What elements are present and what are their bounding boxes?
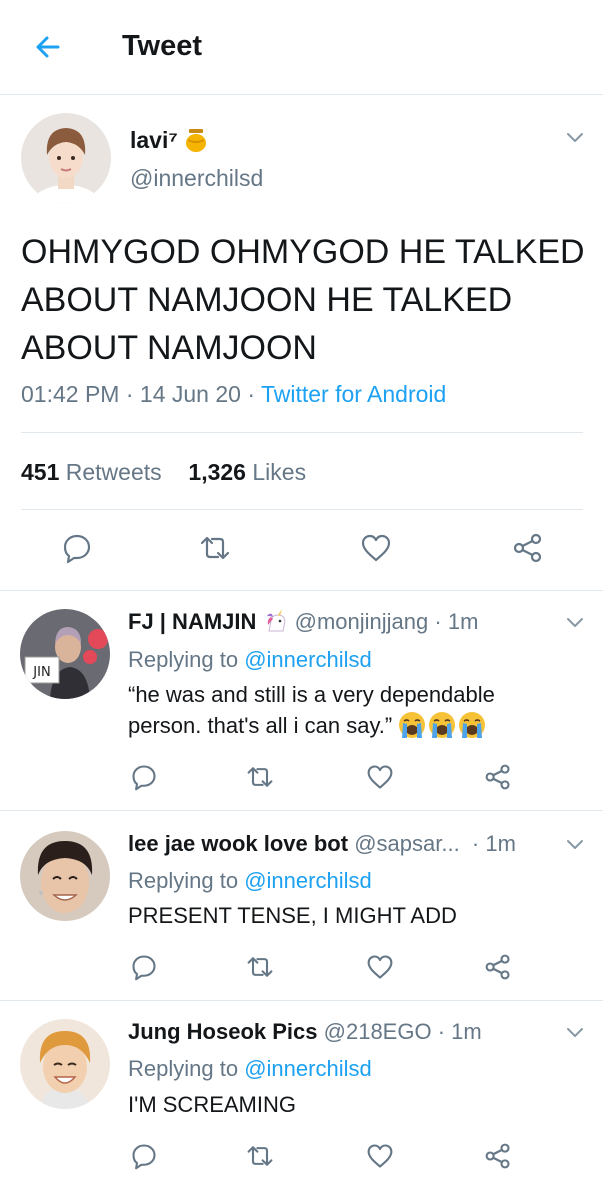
like-icon[interactable] [366, 953, 394, 981]
chevron-down-icon[interactable] [565, 130, 585, 144]
top-bar: Tweet [0, 0, 603, 95]
user-handle[interactable]: @sapsar... [354, 831, 460, 856]
unicorn-icon [266, 609, 286, 632]
back-arrow-icon[interactable] [32, 31, 64, 63]
reply-tweet[interactable]: Jung Hoseok Pics @218EGO · 1m Replying t… [0, 1001, 603, 1200]
retweets-stat[interactable]: 451 Retweets [21, 459, 162, 485]
reply-actions [0, 763, 603, 795]
user-handle[interactable]: @monjinjjang [295, 609, 429, 634]
reply-text: I'M SCREAMING [128, 1092, 296, 1117]
reply-icon[interactable] [130, 1142, 158, 1170]
reply-icon[interactable] [130, 763, 158, 791]
reply-header: FJ | NAMJIN @monjinjjang · 1m [128, 609, 479, 634]
tweet-text: OHMYGOD OHMYGOD HE TALKED ABOUT NAMJOON … [21, 233, 585, 367]
avatar[interactable] [20, 831, 110, 921]
reply-actions [0, 953, 603, 985]
reply-tweet[interactable]: JIN FJ | NAMJIN @monjinjjang · 1m Replyi… [0, 591, 603, 811]
tweet-time: 01:42 PM [21, 381, 120, 407]
replying-to-handle[interactable]: @innerchilsd [244, 1056, 372, 1081]
like-icon[interactable] [366, 763, 394, 791]
retweet-icon[interactable] [246, 763, 274, 791]
share-icon[interactable] [512, 532, 544, 564]
share-icon[interactable] [484, 763, 512, 791]
reply-icon[interactable] [61, 532, 93, 564]
display-name[interactable]: FJ | NAMJIN [128, 609, 256, 634]
like-icon[interactable] [360, 532, 392, 564]
user-handle[interactable]: @innerchilsd [130, 165, 263, 192]
replying-to: Replying to @innerchilsd [128, 868, 372, 893]
reply-time: 1m [451, 1019, 482, 1044]
reply-text: “he was and still is a very dependable p… [128, 679, 568, 747]
reply-icon[interactable] [130, 953, 158, 981]
tweet-date: 14 Jun 20 [139, 381, 241, 407]
chevron-down-icon[interactable] [565, 615, 585, 629]
reply-header: Jung Hoseok Pics @218EGO · 1m [128, 1019, 482, 1044]
reply-time: 1m [447, 609, 479, 634]
share-icon[interactable] [484, 1142, 512, 1170]
replying-to: Replying to @innerchilsd [128, 1056, 372, 1081]
like-icon[interactable] [366, 1142, 394, 1170]
display-name[interactable]: lee jae wook love bot [128, 831, 348, 856]
reply-actions [0, 1142, 603, 1174]
tweet-stats: 451 Retweets 1,326 Likes [21, 459, 306, 486]
avatar[interactable]: JIN [20, 609, 110, 699]
chevron-down-icon[interactable] [565, 1025, 585, 1039]
page-title: Tweet [122, 30, 203, 62]
retweet-icon[interactable] [246, 1142, 274, 1170]
reply-text: PRESENT TENSE, I MIGHT ADD [128, 903, 457, 928]
honey-jar-icon [186, 129, 207, 152]
display-name[interactable]: lavi⁷ [130, 127, 208, 154]
reply-tweet[interactable]: lee jae wook love bot @sapsar... · 1m Re… [0, 811, 603, 1001]
tweet-actions [0, 532, 603, 564]
avatar[interactable] [21, 113, 111, 203]
divider [21, 509, 583, 510]
replying-to-handle[interactable]: @innerchilsd [244, 868, 372, 893]
display-name[interactable]: Jung Hoseok Pics [128, 1019, 318, 1044]
user-handle[interactable]: @218EGO [324, 1019, 432, 1044]
avatar[interactable] [20, 1019, 110, 1109]
reply-time: 1m [485, 831, 516, 856]
likes-stat[interactable]: 1,326 Likes [188, 459, 306, 485]
share-icon[interactable] [484, 953, 512, 981]
retweet-icon[interactable] [246, 953, 274, 981]
divider [21, 432, 583, 433]
main-tweet: lavi⁷ @innerchilsd OHMYGOD OHMYGOD HE TA… [0, 95, 603, 591]
replying-to: Replying to @innerchilsd [128, 647, 372, 672]
tweet-meta: 01:42 PM · 14 Jun 20 · Twitter for Andro… [21, 381, 447, 407]
crying-face-icon [398, 711, 488, 747]
reply-header: lee jae wook love bot @sapsar... · 1m [128, 831, 516, 856]
chevron-down-icon[interactable] [565, 837, 585, 851]
retweet-icon[interactable] [199, 532, 231, 564]
replying-to-handle[interactable]: @innerchilsd [244, 647, 372, 672]
tweet-source[interactable]: Twitter for Android [261, 381, 446, 407]
avatar-sign-text: JIN [32, 665, 50, 680]
